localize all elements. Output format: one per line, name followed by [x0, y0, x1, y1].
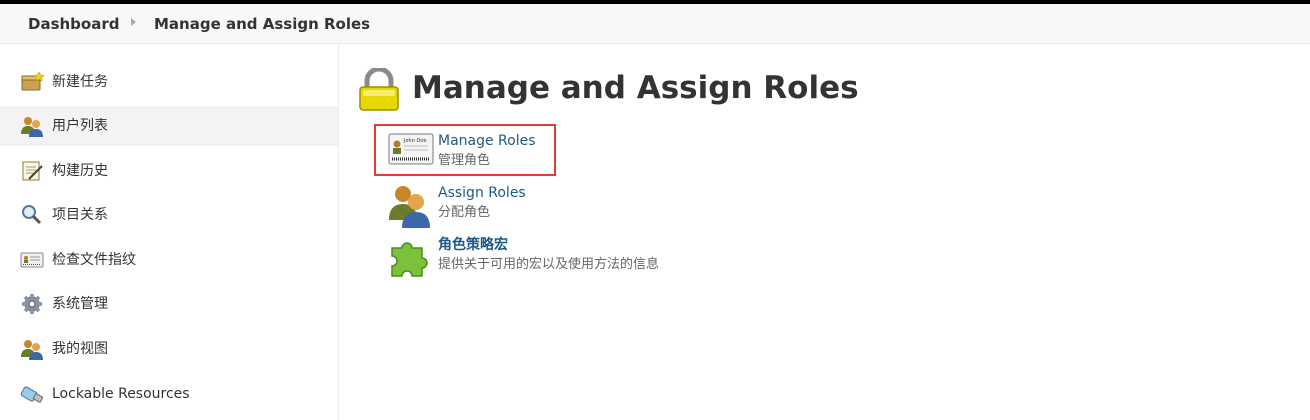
sidebar-item-label: 新建任务 — [52, 74, 108, 90]
sidebar-item-label: 系统管理 — [52, 296, 108, 312]
sidebar-item-label: 用户列表 — [52, 118, 108, 134]
sidebar-item-lockable-resources[interactable]: Lockable Resources — [0, 374, 338, 414]
puzzle-icon — [391, 242, 428, 277]
assign-users-icon — [389, 186, 430, 228]
sidebar-item-fingerprint[interactable]: 检查文件指纹 — [0, 240, 338, 280]
sidebar-item-label: 我的视图 — [52, 341, 108, 357]
sidebar-item-my-views[interactable]: 我的视图 — [0, 329, 338, 369]
sidebar-item-label: 项目关系 — [52, 207, 108, 223]
sidebar-item-new-item[interactable]: 新建任务 — [0, 62, 338, 102]
breadcrumb: Dashboard Manage and Assign Roles — [0, 4, 1310, 44]
role-strategy-macros-description: 提供关于可用的宏以及使用方法的信息 — [438, 257, 660, 272]
sidebar-item-label: 构建历史 — [52, 163, 108, 179]
sidebar-item-label: 检查文件指纹 — [52, 252, 136, 268]
sidebar-item-label: Lockable Resources — [52, 386, 190, 402]
assign-roles-description: 分配角色 — [438, 205, 491, 220]
users-icon — [21, 340, 43, 360]
highlight-box — [374, 124, 556, 176]
main-panel: Manage and Assign Roles John Doe Manage … — [340, 44, 1310, 420]
breadcrumb-separator-icon[interactable] — [131, 18, 136, 26]
breadcrumb-dashboard[interactable]: Dashboard — [28, 15, 119, 33]
magnifier-icon — [22, 205, 42, 225]
sidebar: 新建任务 用户列表 构建历史 项目关系 检查文件指纹 系统管理 我的视图 Loc… — [0, 44, 339, 420]
role-strategy-macros-link[interactable]: 角色策略宏 — [438, 236, 508, 254]
assign-roles-link[interactable]: Assign Roles — [438, 184, 526, 202]
gear-icon — [22, 294, 42, 314]
page-title: Manage and Assign Roles — [412, 70, 859, 106]
usb-lock-icon — [20, 386, 44, 403]
new-item-icon — [21, 71, 44, 91]
notepad-icon — [22, 161, 43, 181]
lock-icon — [359, 68, 399, 111]
sidebar-item-manage-jenkins[interactable]: 系统管理 — [0, 284, 338, 324]
fingerprint-card-icon — [20, 252, 44, 268]
users-icon — [21, 117, 43, 137]
sidebar-item-build-history[interactable]: 构建历史 — [0, 151, 338, 191]
sidebar-item-users[interactable]: 用户列表 — [0, 106, 338, 146]
sidebar-item-project-relationship[interactable]: 项目关系 — [0, 195, 338, 235]
breadcrumb-manage-assign-roles[interactable]: Manage and Assign Roles — [154, 15, 370, 33]
